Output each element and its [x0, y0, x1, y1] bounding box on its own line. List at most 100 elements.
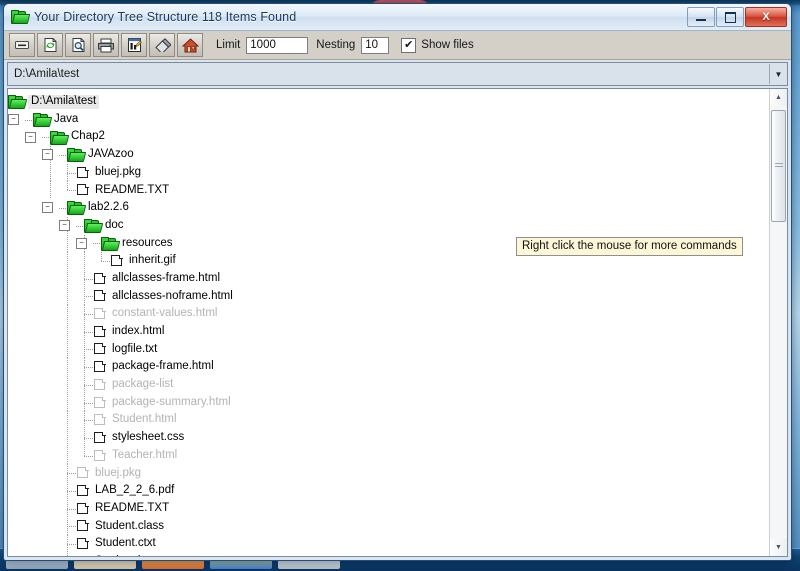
window-title: Your Directory Tree Structure 118 Items … [34, 10, 297, 24]
tree-row[interactable]: Student.ctxt [8, 535, 769, 553]
tree-expander-toggle[interactable]: − [42, 202, 53, 214]
tree-guide-column [42, 341, 59, 359]
edit-report-button[interactable] [121, 33, 147, 57]
eraser-button[interactable] [149, 33, 175, 57]
tree-guide-column [42, 163, 59, 182]
tree-row[interactable]: package-frame.html [8, 358, 769, 376]
tree-guide-column [8, 464, 25, 482]
tree-row[interactable]: logfile.txt [8, 340, 769, 359]
tree-row-label: constant-values.html [112, 307, 218, 320]
tree-panel: D:\Amila\test − Java − Chap2− JAVAzoo bluej.pk… [7, 88, 788, 557]
tree-guide-column [8, 429, 25, 447]
tree-indent-guides [8, 535, 76, 553]
scroll-down-button[interactable]: ▼ [770, 539, 787, 556]
minimize-button[interactable] [687, 7, 715, 27]
show-files-control[interactable]: ✔ Show files [401, 37, 474, 53]
folder-open-icon [11, 9, 31, 25]
file-icon [93, 431, 107, 445]
tree-guide-column [59, 305, 76, 323]
scrollbar-track[interactable] [770, 106, 787, 539]
tree-guide-column [42, 411, 59, 429]
tree-row[interactable]: allclasses-frame.html [8, 269, 769, 288]
tree-row[interactable]: constant-values.html [8, 305, 769, 323]
tree-row[interactable]: − JAVAzoo [8, 146, 769, 164]
tree-guide-column [8, 394, 25, 412]
path-combobox[interactable]: D:\Amila\test ▼ [7, 62, 788, 86]
refresh-button[interactable] [37, 33, 63, 57]
tree-expander-toggle[interactable]: − [59, 220, 70, 232]
tree-leaf-connector [59, 535, 76, 553]
tree-elbow-connector [59, 199, 67, 217]
directory-tree[interactable]: D:\Amila\test − Java − Chap2− JAVAzoo bluej.pk… [8, 89, 769, 556]
tree-row[interactable]: Teacher.html [8, 446, 769, 465]
tree-expander-toggle[interactable]: − [76, 237, 87, 249]
tree-row[interactable]: Student.class [8, 517, 769, 536]
tree-guide-column [25, 411, 42, 429]
tree-indent-guides [8, 393, 93, 412]
file-icon [76, 183, 90, 197]
tree-row-label: LAB_2_2_6.pdf [95, 484, 175, 497]
tree-indent-guides [8, 252, 110, 270]
show-files-checkbox[interactable]: ✔ [401, 37, 417, 53]
print-button[interactable] [93, 33, 119, 57]
tree-row[interactable]: bluej.pkg [8, 163, 769, 182]
tree-guide-column [42, 288, 59, 306]
tree-indent-guides [8, 376, 93, 394]
tree-leaf-connector [59, 552, 76, 556]
tree-guide-column [59, 234, 76, 253]
tree-row[interactable]: − Chap2 [8, 128, 769, 146]
collapse-all-button[interactable] [9, 33, 35, 57]
preview-button[interactable] [65, 33, 91, 57]
tree-guide-column [25, 376, 42, 394]
tree-row[interactable]: − doc [8, 216, 769, 235]
tree-guide-column [8, 199, 25, 217]
chevron-down-icon[interactable]: ▼ [769, 64, 787, 84]
tree-guide-column [59, 322, 76, 341]
tree-guide-column [42, 553, 59, 556]
tree-row[interactable]: index.html [8, 322, 769, 341]
scroll-up-button[interactable]: ▲ [770, 89, 787, 106]
tree-guide-column [25, 429, 42, 447]
tree-elbow-connector [25, 111, 33, 129]
scrollbar-thumb[interactable] [771, 110, 786, 222]
maximize-button[interactable] [716, 7, 744, 27]
close-button[interactable]: X [745, 7, 787, 27]
tree-indent-guides [8, 269, 93, 288]
tooltip: Right click the mouse for more commands [516, 237, 743, 256]
tree-row[interactable]: README.TXT [8, 499, 769, 518]
tree-expander-toggle[interactable]: − [8, 114, 19, 126]
tree-row[interactable]: allclasses-noframe.html [8, 287, 769, 306]
tree-row[interactable]: package-summary.html [8, 393, 769, 412]
tree-row[interactable]: stylesheet.css [8, 429, 769, 447]
tree-row[interactable]: package-list [8, 376, 769, 394]
vertical-scrollbar[interactable]: ▲ ▼ [769, 89, 787, 556]
tree-guide-column [8, 146, 25, 164]
tree-row[interactable]: Student.java [8, 552, 769, 556]
tree-row[interactable]: bluej.pkg [8, 464, 769, 482]
file-icon [93, 342, 107, 356]
tree-guide-column [42, 270, 59, 288]
tree-row-label: Chap2 [71, 130, 105, 143]
tree-leaf-connector [59, 181, 76, 199]
tree-expander-toggle[interactable]: − [42, 149, 53, 161]
tree-expander-toggle[interactable]: − [25, 131, 36, 143]
tree-row[interactable]: README.TXT [8, 181, 769, 199]
tree-row[interactable]: Student.html [8, 411, 769, 429]
tree-row[interactable]: − Java [8, 111, 769, 129]
tree-guide-column [59, 358, 76, 376]
home-button[interactable] [177, 33, 203, 57]
tree-guide-column [25, 464, 42, 482]
window-title-bar[interactable]: Your Directory Tree Structure 118 Items … [4, 4, 791, 31]
tree-guide-column [42, 376, 59, 394]
tree-guide-column [42, 305, 59, 323]
tree-guide-column [8, 376, 25, 394]
nesting-input[interactable] [361, 36, 390, 54]
tree-row[interactable]: D:\Amila\test [8, 93, 769, 111]
tree-row[interactable]: LAB_2_2_6.pdf [8, 482, 769, 500]
limit-input[interactable] [246, 36, 309, 54]
tree-guide-column [25, 358, 42, 376]
tree-leaf-connector [59, 163, 76, 182]
tree-row[interactable]: − lab2.2.6 [8, 199, 769, 217]
tree-guide-column [42, 500, 59, 518]
folder-icon [101, 236, 121, 251]
